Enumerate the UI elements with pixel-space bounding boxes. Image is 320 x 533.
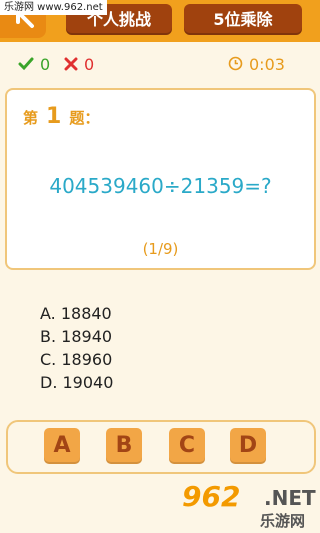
correct-count: 0	[18, 56, 50, 74]
option-c: C. 18960	[40, 350, 113, 369]
options-list: A. 18840 B. 18940 C. 18960 D. 19040	[40, 302, 113, 394]
answer-a-button[interactable]: A	[44, 428, 80, 464]
question-title: 第 1 题：	[23, 104, 99, 129]
logo-net: .NET	[264, 486, 316, 510]
answer-c-button[interactable]: C	[169, 428, 205, 464]
wrong-value: 0	[84, 55, 95, 74]
answer-b-button[interactable]: B	[106, 428, 142, 464]
cross-icon	[64, 57, 78, 71]
question-suffix: 题：	[69, 109, 100, 127]
correct-value: 0	[40, 55, 51, 74]
logo-brand: 962	[182, 480, 241, 513]
option-b: B. 18940	[40, 327, 113, 346]
timer: 0:03	[228, 56, 285, 74]
answer-panel: A B C D	[6, 420, 316, 474]
wrong-count: 0	[64, 56, 94, 74]
clock-icon	[228, 56, 243, 71]
question-prefix: 第	[23, 109, 39, 127]
option-a: A. 18840	[40, 304, 112, 323]
timer-value: 0:03	[249, 55, 285, 74]
site-watermark: 乐游网 www.962.net	[0, 0, 107, 15]
level-tab[interactable]: 5位乘除	[184, 4, 302, 35]
question-number: 1	[46, 104, 62, 129]
question-expression: 404539460÷21359=?	[49, 174, 272, 198]
question-progress: (1/9)	[142, 240, 179, 258]
logo-site: 乐游网	[260, 512, 306, 530]
check-icon	[18, 57, 34, 71]
answer-d-button[interactable]: D	[230, 428, 266, 464]
question-card: 第 1 题： 404539460÷21359=? (1/9)	[5, 88, 316, 270]
option-d: D. 19040	[40, 373, 114, 392]
site-logo: 962 .NET 乐游网	[182, 480, 318, 530]
